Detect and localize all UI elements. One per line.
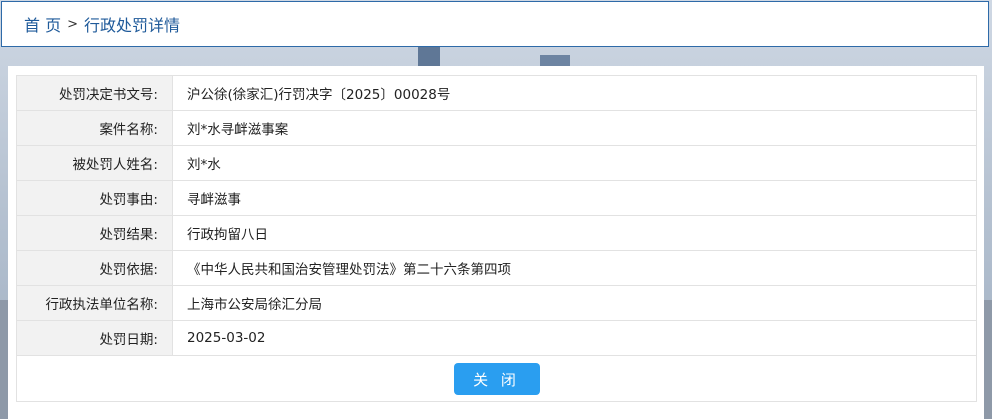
field-value: 刘*水 (172, 145, 977, 181)
breadcrumb-home-link[interactable]: 首 页 (24, 12, 61, 36)
table-row: 处罚决定书文号: 沪公徐(徐家汇)行罚决字〔2025〕00028号 (16, 75, 977, 111)
field-label: 被处罚人姓名: (16, 145, 173, 181)
field-label: 处罚依据: (16, 250, 173, 286)
breadcrumb-current: 行政处罚详情 (84, 16, 181, 35)
field-label: 处罚日期: (16, 320, 173, 356)
detail-table: 处罚决定书文号: 沪公徐(徐家汇)行罚决字〔2025〕00028号 案件名称: … (16, 75, 977, 402)
detail-panel: 处罚决定书文号: 沪公徐(徐家汇)行罚决字〔2025〕00028号 案件名称: … (8, 66, 984, 419)
table-row: 处罚依据: 《中华人民共和国治安管理处罚法》第二十六条第四项 (16, 250, 977, 286)
field-value: 上海市公安局徐汇分局 (172, 285, 977, 321)
breadcrumb-separator: > (67, 16, 78, 32)
breadcrumb: 首 页 > 行政处罚详情 (1, 1, 989, 47)
table-row: 案件名称: 刘*水寻衅滋事案 (16, 110, 977, 146)
table-row: 处罚日期: 2025-03-02 (16, 320, 977, 356)
field-value: 沪公徐(徐家汇)行罚决字〔2025〕00028号 (172, 75, 977, 111)
field-label: 行政执法单位名称: (16, 285, 173, 321)
field-value: 寻衅滋事 (172, 180, 977, 216)
field-label: 案件名称: (16, 110, 173, 146)
table-row: 被处罚人姓名: 刘*水 (16, 145, 977, 181)
close-button[interactable]: 关 闭 (453, 362, 540, 395)
field-value: 刘*水寻衅滋事案 (172, 110, 977, 146)
button-row: 关 闭 (16, 355, 977, 402)
table-row: 处罚结果: 行政拘留八日 (16, 215, 977, 251)
table-row: 行政执法单位名称: 上海市公安局徐汇分局 (16, 285, 977, 321)
field-label: 处罚结果: (16, 215, 173, 251)
field-label: 处罚事由: (16, 180, 173, 216)
field-label: 处罚决定书文号: (16, 75, 173, 111)
field-value: 行政拘留八日 (172, 215, 977, 251)
field-value: 《中华人民共和国治安管理处罚法》第二十六条第四项 (172, 250, 977, 286)
field-value: 2025-03-02 (172, 320, 977, 356)
table-row: 处罚事由: 寻衅滋事 (16, 180, 977, 216)
button-cell: 关 闭 (16, 355, 977, 402)
